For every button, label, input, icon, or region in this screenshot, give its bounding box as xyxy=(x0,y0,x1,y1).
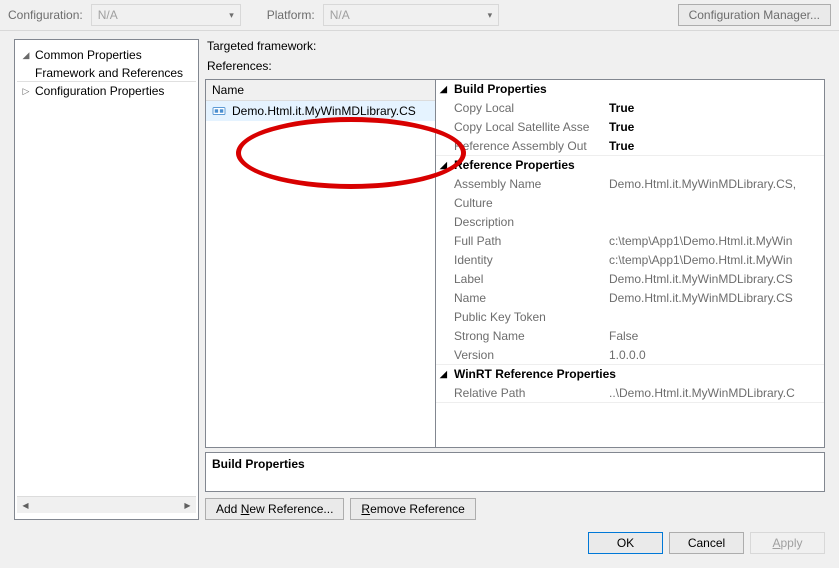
remove-reference-button[interactable]: Remove Reference xyxy=(350,498,475,520)
collapse-icon: ◢ xyxy=(440,160,450,171)
description-title: Build Properties xyxy=(212,457,818,471)
collapse-icon: ◢ xyxy=(21,50,31,61)
configuration-combo[interactable]: N/A ▾ xyxy=(91,4,241,26)
property-pages-dialog: { "toolbar": { "configuration_label": "C… xyxy=(0,0,839,568)
prop-row: Full Pathc:\temp\App1\Demo.Html.it.MyWin xyxy=(436,231,824,250)
expand-icon: ▷ xyxy=(21,86,31,97)
property-grid[interactable]: ◢Build Properties Copy LocalTrue Copy Lo… xyxy=(436,80,824,447)
tree-common-properties[interactable]: ◢ Common Properties xyxy=(17,46,196,64)
platform-label: Platform: xyxy=(267,8,315,22)
prop-row: Strong NameFalse xyxy=(436,326,824,345)
config-toolbar: Configuration: N/A ▾ Platform: N/A ▾ Con… xyxy=(0,0,839,30)
platform-combo[interactable]: N/A ▾ xyxy=(323,4,499,26)
name-column-header[interactable]: Name xyxy=(206,80,435,101)
prop-row: Reference Assembly OutTrue xyxy=(436,136,824,155)
apply-button[interactable]: Apply xyxy=(750,532,825,554)
horizontal-scrollbar[interactable]: ◀ ▶ xyxy=(17,496,196,513)
dialog-footer: OK Cancel Apply xyxy=(0,524,839,568)
reference-item-label: Demo.Html.it.MyWinMDLibrary.CS xyxy=(232,104,416,118)
prop-row: Culture xyxy=(436,193,824,212)
prop-row: Assembly NameDemo.Html.it.MyWinMDLibrary… xyxy=(436,174,824,193)
right-panel: Targeted framework: References: Name Dem… xyxy=(205,39,825,520)
chevron-down-icon: ▾ xyxy=(488,10,493,21)
prop-row: NameDemo.Html.it.MyWinMDLibrary.CS xyxy=(436,288,824,307)
prop-row: Identityc:\temp\App1\Demo.Html.it.MyWin xyxy=(436,250,824,269)
references-list: Name Demo.Html.it.MyWinMDLibrary.CS xyxy=(206,80,436,447)
prop-row: LabelDemo.Html.it.MyWinMDLibrary.CS xyxy=(436,269,824,288)
collapse-icon: ◢ xyxy=(440,369,450,380)
main-content: ◢ Common Properties Framework and Refere… xyxy=(0,31,839,524)
prop-row: Public Key Token xyxy=(436,307,824,326)
collapse-icon: ◢ xyxy=(440,84,450,95)
ok-button[interactable]: OK xyxy=(588,532,663,554)
prop-row: Version1.0.0.0 xyxy=(436,345,824,364)
build-properties-header[interactable]: ◢Build Properties xyxy=(436,80,824,98)
component-icon xyxy=(212,105,226,117)
scroll-right-icon[interactable]: ▶ xyxy=(179,497,196,513)
references-split: Name Demo.Html.it.MyWinMDLibrary.CS ◢Bui… xyxy=(205,79,825,448)
prop-row: Copy Local Satellite AsseTrue xyxy=(436,117,824,136)
chevron-down-icon: ▾ xyxy=(229,10,234,21)
references-label: References: xyxy=(207,59,825,73)
configuration-label: Configuration: xyxy=(8,8,83,22)
targeted-framework-label: Targeted framework: xyxy=(207,39,825,53)
cancel-button[interactable]: Cancel xyxy=(669,532,744,554)
prop-row: Copy LocalTrue xyxy=(436,98,824,117)
prop-row: Relative Path..\Demo.Html.it.MyWinMDLibr… xyxy=(436,383,824,402)
reference-buttons: Add New Reference... Remove Reference xyxy=(205,498,825,520)
scroll-left-icon[interactable]: ◀ xyxy=(17,497,34,513)
prop-row: Description xyxy=(436,212,824,231)
add-new-reference-button[interactable]: Add New Reference... xyxy=(205,498,344,520)
reference-properties-header[interactable]: ◢Reference Properties xyxy=(436,156,824,174)
property-description: Build Properties xyxy=(205,452,825,492)
tree-configuration-properties[interactable]: ▷ Configuration Properties xyxy=(17,82,196,100)
winrt-properties-header[interactable]: ◢WinRT Reference Properties xyxy=(436,365,824,383)
configuration-manager-button[interactable]: Configuration Manager... xyxy=(678,4,831,26)
reference-item[interactable]: Demo.Html.it.MyWinMDLibrary.CS xyxy=(206,101,435,121)
tree-framework-references[interactable]: Framework and References xyxy=(17,64,196,82)
category-tree[interactable]: ◢ Common Properties Framework and Refere… xyxy=(14,39,199,520)
